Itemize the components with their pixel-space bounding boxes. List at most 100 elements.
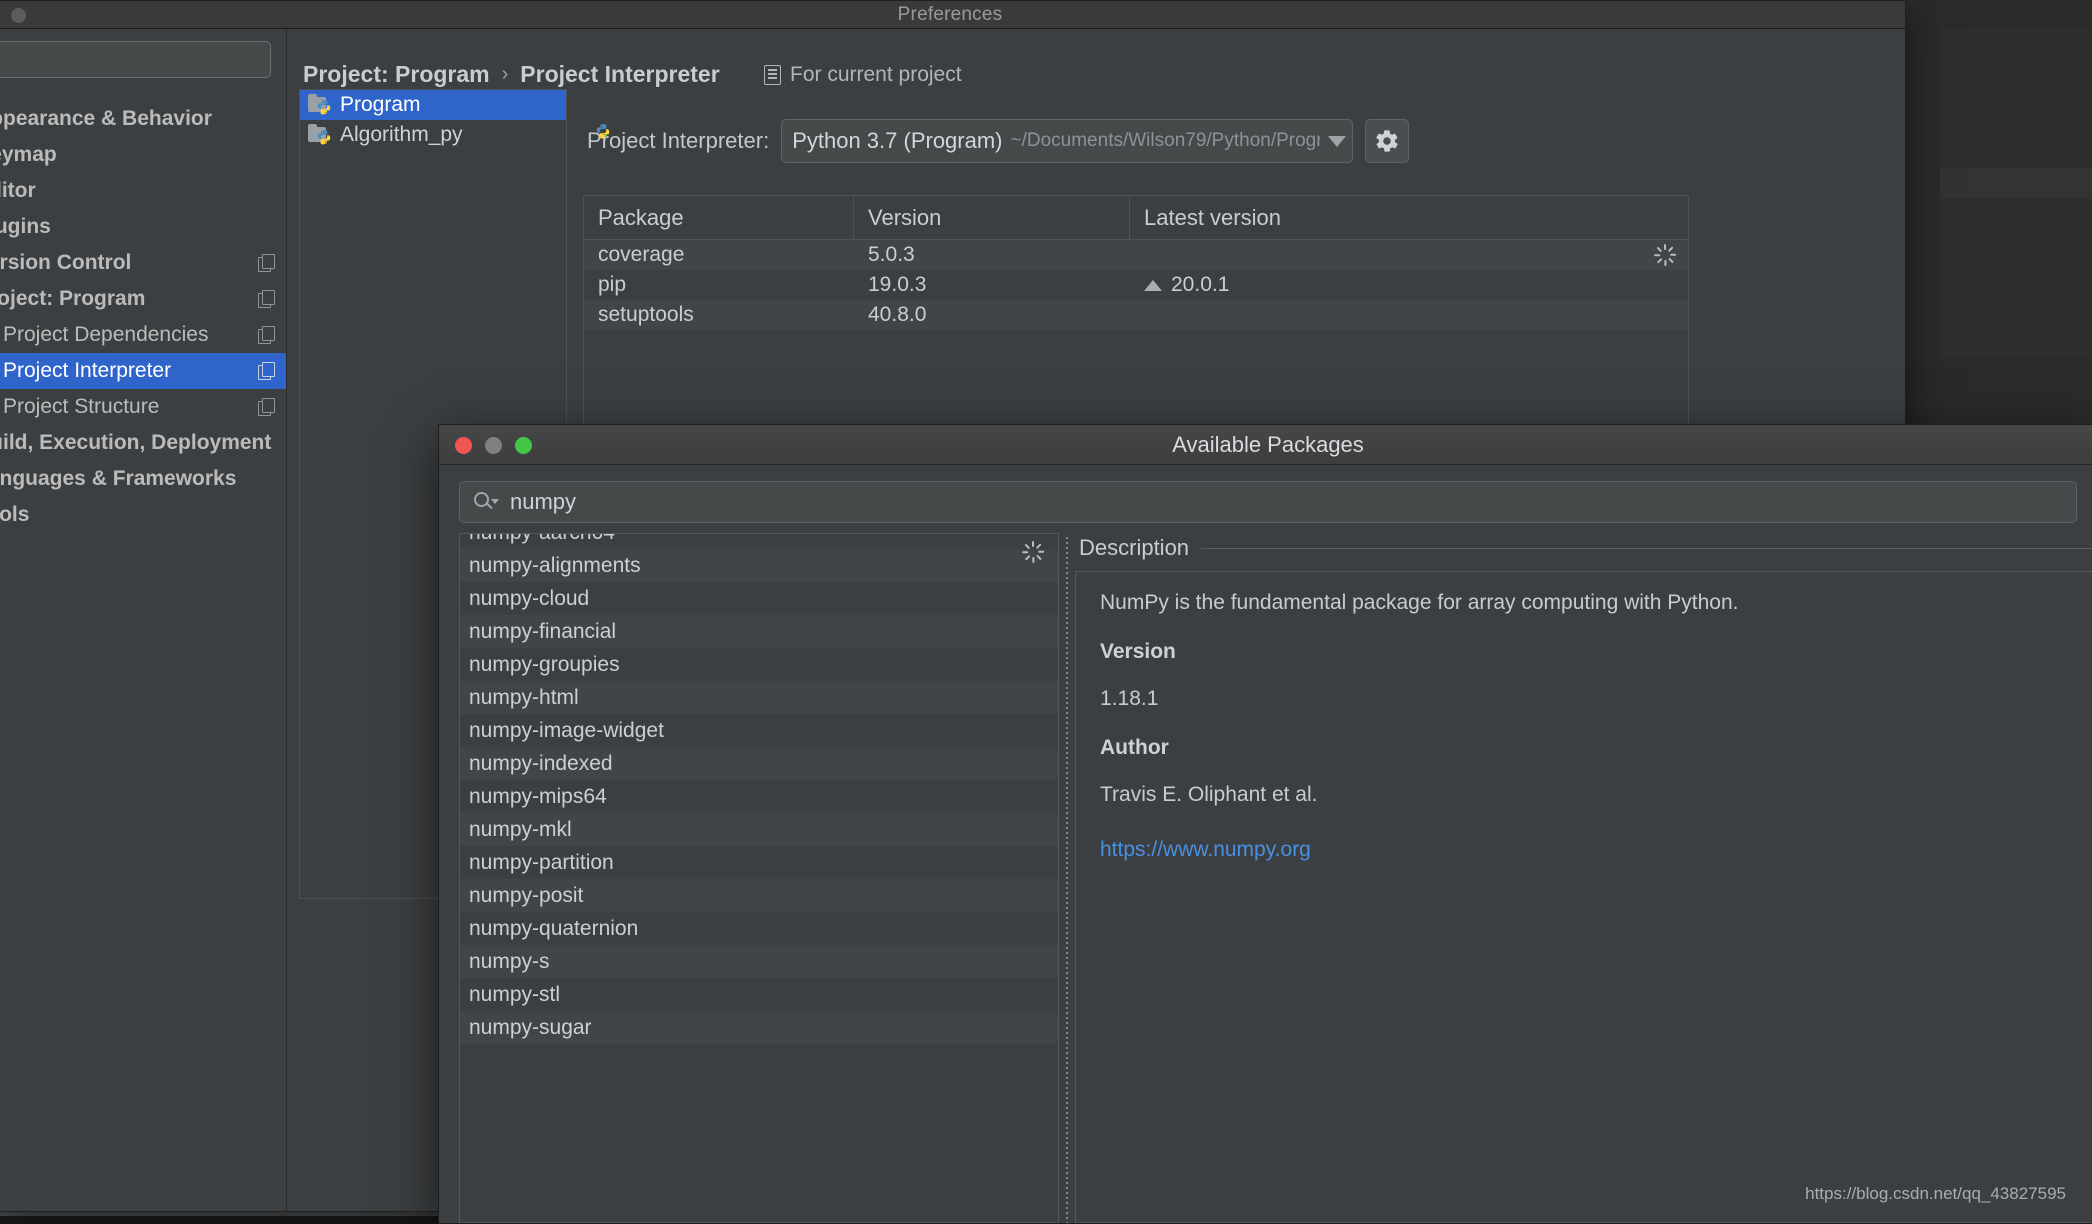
project-name: Algorithm_py — [340, 123, 463, 147]
interpreter-path: ~/Documents/Wilson79/Python/Progra — [1011, 130, 1321, 152]
sidebar-item-label: Project Dependencies — [3, 323, 258, 347]
description-author-value: Travis E. Oliphant et al. — [1100, 784, 2073, 805]
minimize-window-button[interactable] — [485, 437, 502, 454]
list-item[interactable]: numpy-cloud — [460, 582, 1058, 615]
list-item[interactable]: numpy-stl — [460, 978, 1058, 1011]
packages-table-header: PackageVersionLatest version — [584, 196, 1688, 240]
description-version-value: 1.18.1 — [1100, 688, 2073, 709]
column-header-latest-version[interactable]: Latest version — [1130, 196, 1688, 239]
sidebar-item-project-dependencies[interactable]: Project Dependencies — [0, 317, 286, 353]
breadcrumb-parent[interactable]: Project: Program — [303, 61, 490, 88]
sidebar-item-label: Plugins — [0, 215, 276, 239]
loading-spinner-icon — [1022, 541, 1044, 563]
package-description-panel: Description NumPy is the fundamental pac… — [1075, 533, 2092, 1223]
list-item[interactable]: numpy-mkl — [460, 813, 1058, 846]
list-item[interactable]: numpy-mips64 — [460, 780, 1058, 813]
cell-package: coverage — [584, 240, 854, 270]
settings-tree[interactable]: Appearance & Behavior Keymap Editor Plugins… — [0, 29, 287, 1211]
copy-icon[interactable] — [258, 254, 276, 272]
search-icon — [474, 491, 500, 513]
ide-panel-strip — [1940, 28, 2092, 168]
loading-spinner-icon — [1654, 244, 1676, 266]
interpreter-dropdown[interactable]: Python 3.7 (Program) ~/Documents/Wilson7… — [781, 119, 1353, 163]
column-header-package[interactable]: Package — [584, 196, 854, 239]
description-author-label: Author — [1100, 737, 2073, 758]
table-row[interactable]: pip19.0.320.0.1 — [584, 270, 1688, 300]
packages-table-body: coverage5.0.3pip19.0.320.0.1setuptools40… — [584, 240, 1688, 330]
sidebar-item-label: Project Interpreter — [3, 359, 258, 383]
description-version-label: Version — [1100, 641, 2073, 662]
copy-icon[interactable] — [258, 362, 276, 380]
python-folder-icon — [308, 95, 332, 116]
list-item[interactable]: numpy-aarch64 — [460, 533, 1058, 549]
list-item[interactable]: numpy-html — [460, 681, 1058, 714]
table-row[interactable]: coverage5.0.3 — [584, 240, 1688, 270]
sidebar-item-languages-frameworks[interactable]: Languages & Frameworks — [0, 461, 286, 497]
project-list-item[interactable]: Algorithm_py — [300, 120, 566, 150]
sidebar-item-label: Project: Program — [0, 287, 258, 311]
sidebar-item-label: Languages & Frameworks — [0, 467, 276, 491]
cell-version: 19.0.3 — [854, 270, 1130, 300]
sidebar-item-project-interpreter[interactable]: Project Interpreter — [0, 353, 286, 389]
list-item[interactable]: numpy-groupies — [460, 648, 1058, 681]
copy-icon[interactable] — [258, 290, 276, 308]
list-item[interactable]: numpy-sugar — [460, 1011, 1058, 1044]
list-item[interactable]: numpy-quaternion — [460, 912, 1058, 945]
cell-version: 5.0.3 — [854, 240, 1130, 270]
sidebar-item-appearance-behavior[interactable]: Appearance & Behavior — [0, 101, 286, 137]
sidebar-item-label: Keymap — [0, 143, 276, 167]
sidebar-item-project-structure[interactable]: Project Structure — [0, 389, 286, 425]
for-current-project-toggle[interactable]: For current project — [764, 63, 962, 87]
available-packages-dialog: Available Packages numpy numpy-aarch64nu… — [438, 424, 2092, 1224]
sidebar-item-keymap[interactable]: Keymap — [0, 137, 286, 173]
description-summary: NumPy is the fundamental package for arr… — [1100, 592, 2073, 613]
window-close-dot[interactable] — [11, 8, 26, 23]
interpreter-settings-button[interactable] — [1365, 119, 1409, 163]
sidebar-item-tools[interactable]: Tools — [0, 497, 286, 533]
settings-search-input[interactable] — [0, 41, 271, 78]
sidebar-item-editor[interactable]: Editor — [0, 173, 286, 209]
package-homepage-link[interactable]: https://www.numpy.org — [1100, 838, 1311, 861]
list-item[interactable]: numpy-s — [460, 945, 1058, 978]
package-search-input[interactable]: numpy — [459, 481, 2077, 523]
list-item[interactable]: numpy-partition — [460, 846, 1058, 879]
description-header: Description — [1075, 533, 2092, 563]
watermark: https://blog.csdn.net/qq_43827595 — [1805, 1184, 2066, 1204]
column-header-version[interactable]: Version — [854, 196, 1130, 239]
window-traffic-lights[interactable] — [455, 437, 532, 454]
list-item[interactable]: numpy-image-widget — [460, 714, 1058, 747]
settings-tree-list: Appearance & Behavior Keymap Editor Plugins… — [0, 101, 286, 533]
list-item[interactable]: numpy-alignments — [460, 549, 1058, 582]
project-name: Program — [340, 93, 421, 117]
sidebar-item-version-control[interactable]: Version Control — [0, 245, 286, 281]
sidebar-item-label: Appearance & Behavior — [0, 107, 276, 131]
list-item[interactable]: numpy-indexed — [460, 747, 1058, 780]
sidebar-item-label: Tools — [0, 503, 276, 527]
python-icon — [316, 129, 332, 145]
sidebar-item-label: Editor — [0, 179, 276, 203]
header-rule — [1201, 548, 2092, 549]
breadcrumb: Project: Program › Project Interpreter — [303, 61, 720, 88]
upgrade-available-icon — [1144, 280, 1162, 291]
copy-icon[interactable] — [258, 326, 276, 344]
close-window-button[interactable] — [455, 437, 472, 454]
panel-splitter[interactable] — [1059, 533, 1075, 1223]
sidebar-item-label: Build, Execution, Deployment — [0, 431, 276, 455]
project-list-item[interactable]: Program — [300, 90, 566, 120]
sidebar-item-build-execution-deployment[interactable]: Build, Execution, Deployment — [0, 425, 286, 461]
cell-latest-version — [1130, 240, 1688, 270]
sidebar-item-project-program[interactable]: Project: Program — [0, 281, 286, 317]
copy-icon[interactable] — [258, 398, 276, 416]
ide-panel-strip — [1940, 198, 2092, 358]
preferences-title: Preferences — [898, 4, 1003, 26]
sidebar-item-label: Version Control — [0, 251, 258, 275]
document-icon — [764, 65, 781, 85]
chevron-down-icon[interactable] — [1328, 136, 1346, 147]
table-row[interactable]: setuptools40.8.0 — [584, 300, 1688, 330]
sidebar-item-plugins[interactable]: Plugins — [0, 209, 286, 245]
list-item[interactable]: numpy-posit — [460, 879, 1058, 912]
zoom-window-button[interactable] — [515, 437, 532, 454]
list-item[interactable]: numpy-financial — [460, 615, 1058, 648]
python-icon — [316, 99, 332, 115]
available-packages-list[interactable]: numpy-aarch64numpy-alignmentsnumpy-cloud… — [459, 533, 1059, 1223]
